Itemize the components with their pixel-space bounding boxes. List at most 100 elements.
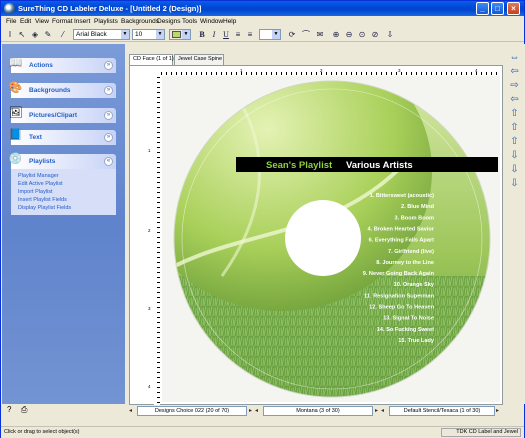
prev-design-icon[interactable]: ◂ xyxy=(129,407,132,414)
menu-format[interactable]: Format xyxy=(52,18,73,25)
next-design-icon[interactable]: ▸ xyxy=(249,407,252,414)
close-button[interactable]: × xyxy=(507,2,520,15)
font-name-select[interactable]: Arial Black ▼ xyxy=(73,29,130,40)
panel-header[interactable]: 📘 Text » xyxy=(9,129,116,145)
expand-horizontal-icon[interactable]: ⇔ xyxy=(509,52,520,63)
menu-window[interactable]: Window xyxy=(200,18,223,25)
zoom-out-icon[interactable]: ⊖ xyxy=(344,30,354,40)
arrow-right-icon[interactable]: ⇨ xyxy=(509,80,520,91)
track-item[interactable]: 15. True Lady xyxy=(398,338,435,344)
chevron-down-icon[interactable]: » xyxy=(104,61,113,70)
track-item[interactable]: 14. So Fucking Sweet xyxy=(377,327,434,333)
menu-help[interactable]: Help xyxy=(223,18,236,25)
cd-label-preview[interactable]: Sean's Playlist Various Artists 1. Bitte… xyxy=(162,76,500,402)
track-item[interactable]: 9. Never Going Back Again xyxy=(363,271,435,277)
align-center-icon[interactable]: ≡ xyxy=(245,30,255,40)
artist-title[interactable]: Various Artists xyxy=(346,160,413,171)
menu-backgrounds[interactable]: Backgrounds xyxy=(121,18,159,25)
track-item[interactable]: 11. Resignation Superman xyxy=(364,293,435,299)
panel-header[interactable]: 💿 Playlists « xyxy=(9,153,116,169)
eyedropper-icon[interactable]: ⁄ xyxy=(58,30,68,40)
design-canvas[interactable]: 1 2 3 4 1 2 3 4 Sean's Playlist Various … xyxy=(129,65,503,405)
next-stencil-icon[interactable]: ▸ xyxy=(496,407,499,414)
arrow-left-icon[interactable]: ⇦ xyxy=(509,94,520,105)
track-item[interactable]: 1. Bittersweet (acoustic) xyxy=(370,193,434,199)
font-size-select[interactable]: 10 ▼ xyxy=(132,29,165,40)
chevron-down-icon[interactable]: » xyxy=(104,111,113,120)
background-selector[interactable]: Montana (3 of 30) xyxy=(263,406,373,416)
zoom-page-icon[interactable]: ⊘ xyxy=(370,30,380,40)
panel-text[interactable]: 📘 Text » xyxy=(9,129,116,145)
maximize-button[interactable]: □ xyxy=(491,2,504,15)
print-icon[interactable]: ⎙ xyxy=(21,405,31,415)
chevron-up-icon[interactable]: « xyxy=(104,157,113,166)
chevron-down-icon[interactable]: » xyxy=(104,86,113,95)
chevron-down-icon[interactable]: » xyxy=(104,133,113,142)
zoom-in-icon[interactable]: ⊕ xyxy=(331,30,341,40)
panel-backgrounds[interactable]: 🎨 Backgrounds » xyxy=(9,82,116,98)
prev-stencil-icon[interactable]: ◂ xyxy=(381,407,384,414)
menu-insert[interactable]: Insert xyxy=(74,18,90,25)
menu-edit[interactable]: Edit xyxy=(20,18,31,25)
color-picker[interactable]: ▼ xyxy=(169,29,191,40)
track-item[interactable]: 10. Orange Sky xyxy=(394,282,435,288)
pen-icon[interactable]: ✎ xyxy=(43,30,53,40)
arrow-down-icon[interactable]: ⇩ xyxy=(509,178,520,189)
pointer-icon[interactable]: ↖ xyxy=(17,30,27,40)
down-arrow-icon[interactable]: ⇩ xyxy=(385,30,395,40)
insert-playlist-fields-link[interactable]: Insert Playlist Fields xyxy=(18,196,116,204)
vertical-ruler[interactable] xyxy=(154,77,160,405)
tab-cd-face[interactable]: CD Face (1 of 1) xyxy=(129,54,174,65)
panel-header[interactable]: 🎨 Backgrounds » xyxy=(9,82,116,98)
text-cursor-icon[interactable]: I xyxy=(5,30,15,40)
edit-active-playlist-link[interactable]: Edit Active Playlist xyxy=(18,180,116,188)
arrow-up-icon[interactable]: ⇧ xyxy=(509,136,520,147)
help-icon[interactable]: ? xyxy=(7,405,17,415)
track-item[interactable]: 2. Blue Mind xyxy=(401,204,435,210)
track-item[interactable]: 8. Journey to the Line xyxy=(376,260,434,266)
arrow-down-icon[interactable]: ⇩ xyxy=(509,150,520,161)
track-item[interactable]: 12. Sheep Go To Heaven xyxy=(369,305,434,311)
zoom-fit-icon[interactable]: ⊙ xyxy=(357,30,367,40)
panel-pictures-clipart[interactable]: 🖼 Pictures/Clipart » xyxy=(9,107,116,123)
track-item[interactable]: 13. Signal To Noise xyxy=(383,316,434,322)
minimize-button[interactable]: _ xyxy=(476,2,489,15)
curve-text-icon[interactable]: ⌒ xyxy=(301,30,311,40)
prev-background-icon[interactable]: ◂ xyxy=(255,407,258,414)
tab-jewel-case-spine[interactable]: Jewel Case Spine xyxy=(174,54,224,65)
arrow-left-icon[interactable]: ⇦ xyxy=(509,66,520,77)
italic-button[interactable]: I xyxy=(209,30,219,40)
panel-header[interactable]: 🖼 Pictures/Clipart » xyxy=(9,107,116,123)
panel-playlists[interactable]: 💿 Playlists « Playlist Manager Edit Acti… xyxy=(9,153,116,215)
menu-tools[interactable]: Tools xyxy=(182,18,197,25)
cd-app-icon[interactable] xyxy=(4,3,15,14)
arrow-up-icon[interactable]: ⇧ xyxy=(509,108,520,119)
panel-actions[interactable]: 📖 Actions » xyxy=(9,57,116,73)
stencil-icon[interactable]: ✉ xyxy=(315,30,325,40)
track-item[interactable]: 6. Everything Falls Apart xyxy=(369,238,435,244)
title-bar[interactable]: SureThing CD Labeler Deluxe - [Untitled … xyxy=(1,1,524,16)
display-playlist-fields-link[interactable]: Display Playlist Fields xyxy=(18,204,116,212)
line-style-select[interactable]: ▼ xyxy=(259,29,281,40)
arrow-up-icon[interactable]: ⇧ xyxy=(509,122,520,133)
playlist-manager-link[interactable]: Playlist Manager xyxy=(18,172,116,180)
import-playlist-link[interactable]: Import Playlist xyxy=(18,188,116,196)
underline-button[interactable]: U xyxy=(221,30,231,40)
track-item[interactable]: 4. Broken Hearted Savior xyxy=(367,226,434,232)
rotate-icon[interactable]: ⟳ xyxy=(287,30,297,40)
horizontal-ruler[interactable] xyxy=(161,69,501,75)
track-item[interactable]: 3. Boom Boom xyxy=(395,215,434,221)
menu-view[interactable]: View xyxy=(35,18,49,25)
playlist-title[interactable]: Sean's Playlist xyxy=(266,160,333,171)
menu-file[interactable]: File xyxy=(6,18,16,25)
align-left-icon[interactable]: ≡ xyxy=(233,30,243,40)
design-selector[interactable]: Designs Choice 022 (20 of 70) xyxy=(137,406,247,416)
arrow-down-icon[interactable]: ⇩ xyxy=(509,164,520,175)
menu-playlists[interactable]: Playlists xyxy=(94,18,118,25)
menu-designs[interactable]: Designs xyxy=(157,18,180,25)
bold-button[interactable]: B xyxy=(197,30,207,40)
next-background-icon[interactable]: ▸ xyxy=(375,407,378,414)
panel-header[interactable]: 📖 Actions » xyxy=(9,57,116,73)
paint-bucket-icon[interactable]: ◈ xyxy=(30,30,40,40)
track-item[interactable]: 7. Girlfriend (live) xyxy=(388,249,434,255)
